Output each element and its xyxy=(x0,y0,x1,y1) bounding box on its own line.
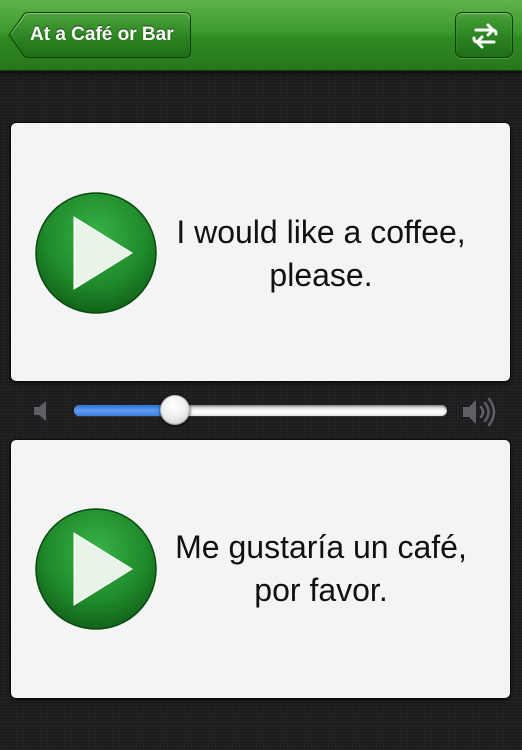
navigation-bar: At a Café or Bar xyxy=(0,0,522,71)
translation-phrase-text: Me gustaría un café, por favor. xyxy=(175,529,467,608)
translation-phrase-card: Me gustaría un café, por favor. xyxy=(11,440,510,698)
play-icon xyxy=(35,192,157,314)
volume-control xyxy=(0,385,522,437)
swap-language-button[interactable] xyxy=(455,12,513,58)
source-phrase-card: I would like a coffee, please. xyxy=(11,123,510,381)
volume-slider-thumb[interactable] xyxy=(159,395,190,425)
play-icon xyxy=(35,508,157,630)
swap-arrows-icon xyxy=(472,23,498,49)
volume-slider-track[interactable] xyxy=(74,405,447,416)
play-translation-button[interactable] xyxy=(34,507,158,631)
back-button-label: At a Café or Bar xyxy=(30,24,174,45)
speaker-low-icon xyxy=(34,401,46,421)
source-phrase-text: I would like a coffee, please. xyxy=(176,214,466,293)
speaker-high-icon xyxy=(463,397,496,427)
play-source-button[interactable] xyxy=(34,191,158,315)
back-button[interactable]: At a Café or Bar xyxy=(8,12,191,58)
